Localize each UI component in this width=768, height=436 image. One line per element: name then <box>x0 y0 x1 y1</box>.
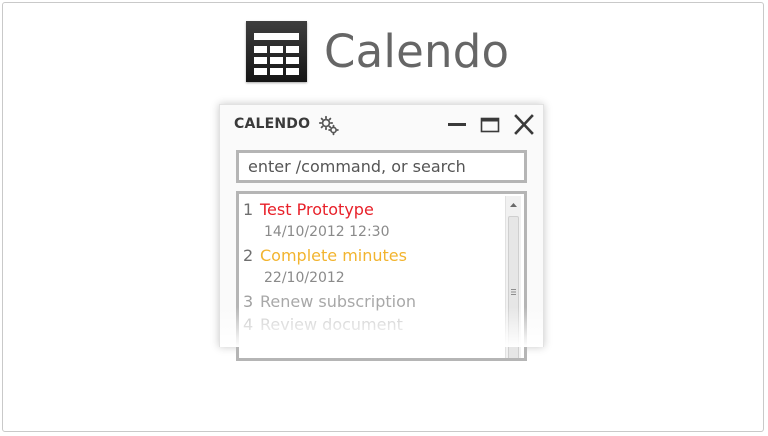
task-item[interactable]: 3 Renew subscription <box>239 290 502 313</box>
task-item[interactable]: 4 Review document <box>239 313 502 336</box>
grip-icon <box>511 289 516 295</box>
task-date: 22/10/2012 <box>264 270 345 286</box>
brand-title: Calendo <box>324 25 510 78</box>
task-date: 14/10/2012 12:30 <box>264 224 390 240</box>
scrollbar-thumb[interactable] <box>508 216 519 358</box>
window-title: CALENDO <box>234 116 311 132</box>
task-label: Renew subscription <box>260 292 416 311</box>
task-item[interactable]: 1 Test Prototype 14/10/2012 12:30 <box>239 198 502 244</box>
command-search-input[interactable] <box>236 150 527 183</box>
task-number: 2 <box>243 246 254 265</box>
app-window: CALENDO 1Test Protot <box>219 104 544 361</box>
calendo-logo-icon <box>246 21 307 82</box>
gears-icon[interactable] <box>318 115 340 137</box>
task-number: 3 <box>243 292 254 311</box>
minimize-icon[interactable] <box>445 114 469 136</box>
task-list: 1 Test Prototype 14/10/2012 12:30 2 Comple… <box>239 194 502 336</box>
task-item[interactable]: 2 Complete minutes 22/10/2012 <box>239 244 502 290</box>
maximize-icon[interactable] <box>478 114 502 136</box>
close-icon[interactable] <box>512 114 536 136</box>
task-list-panel: 1 Test Prototype 14/10/2012 12:30 2 Comple… <box>236 191 527 361</box>
task-number: 1 <box>243 200 254 219</box>
task-label: Complete minutes <box>260 246 407 265</box>
list-scrollbar[interactable] <box>505 196 521 358</box>
scroll-up-arrow-icon[interactable] <box>506 199 521 211</box>
task-number: 4 <box>243 315 254 334</box>
task-label: Review document <box>260 315 403 334</box>
task-label: Test Prototype <box>260 200 374 219</box>
